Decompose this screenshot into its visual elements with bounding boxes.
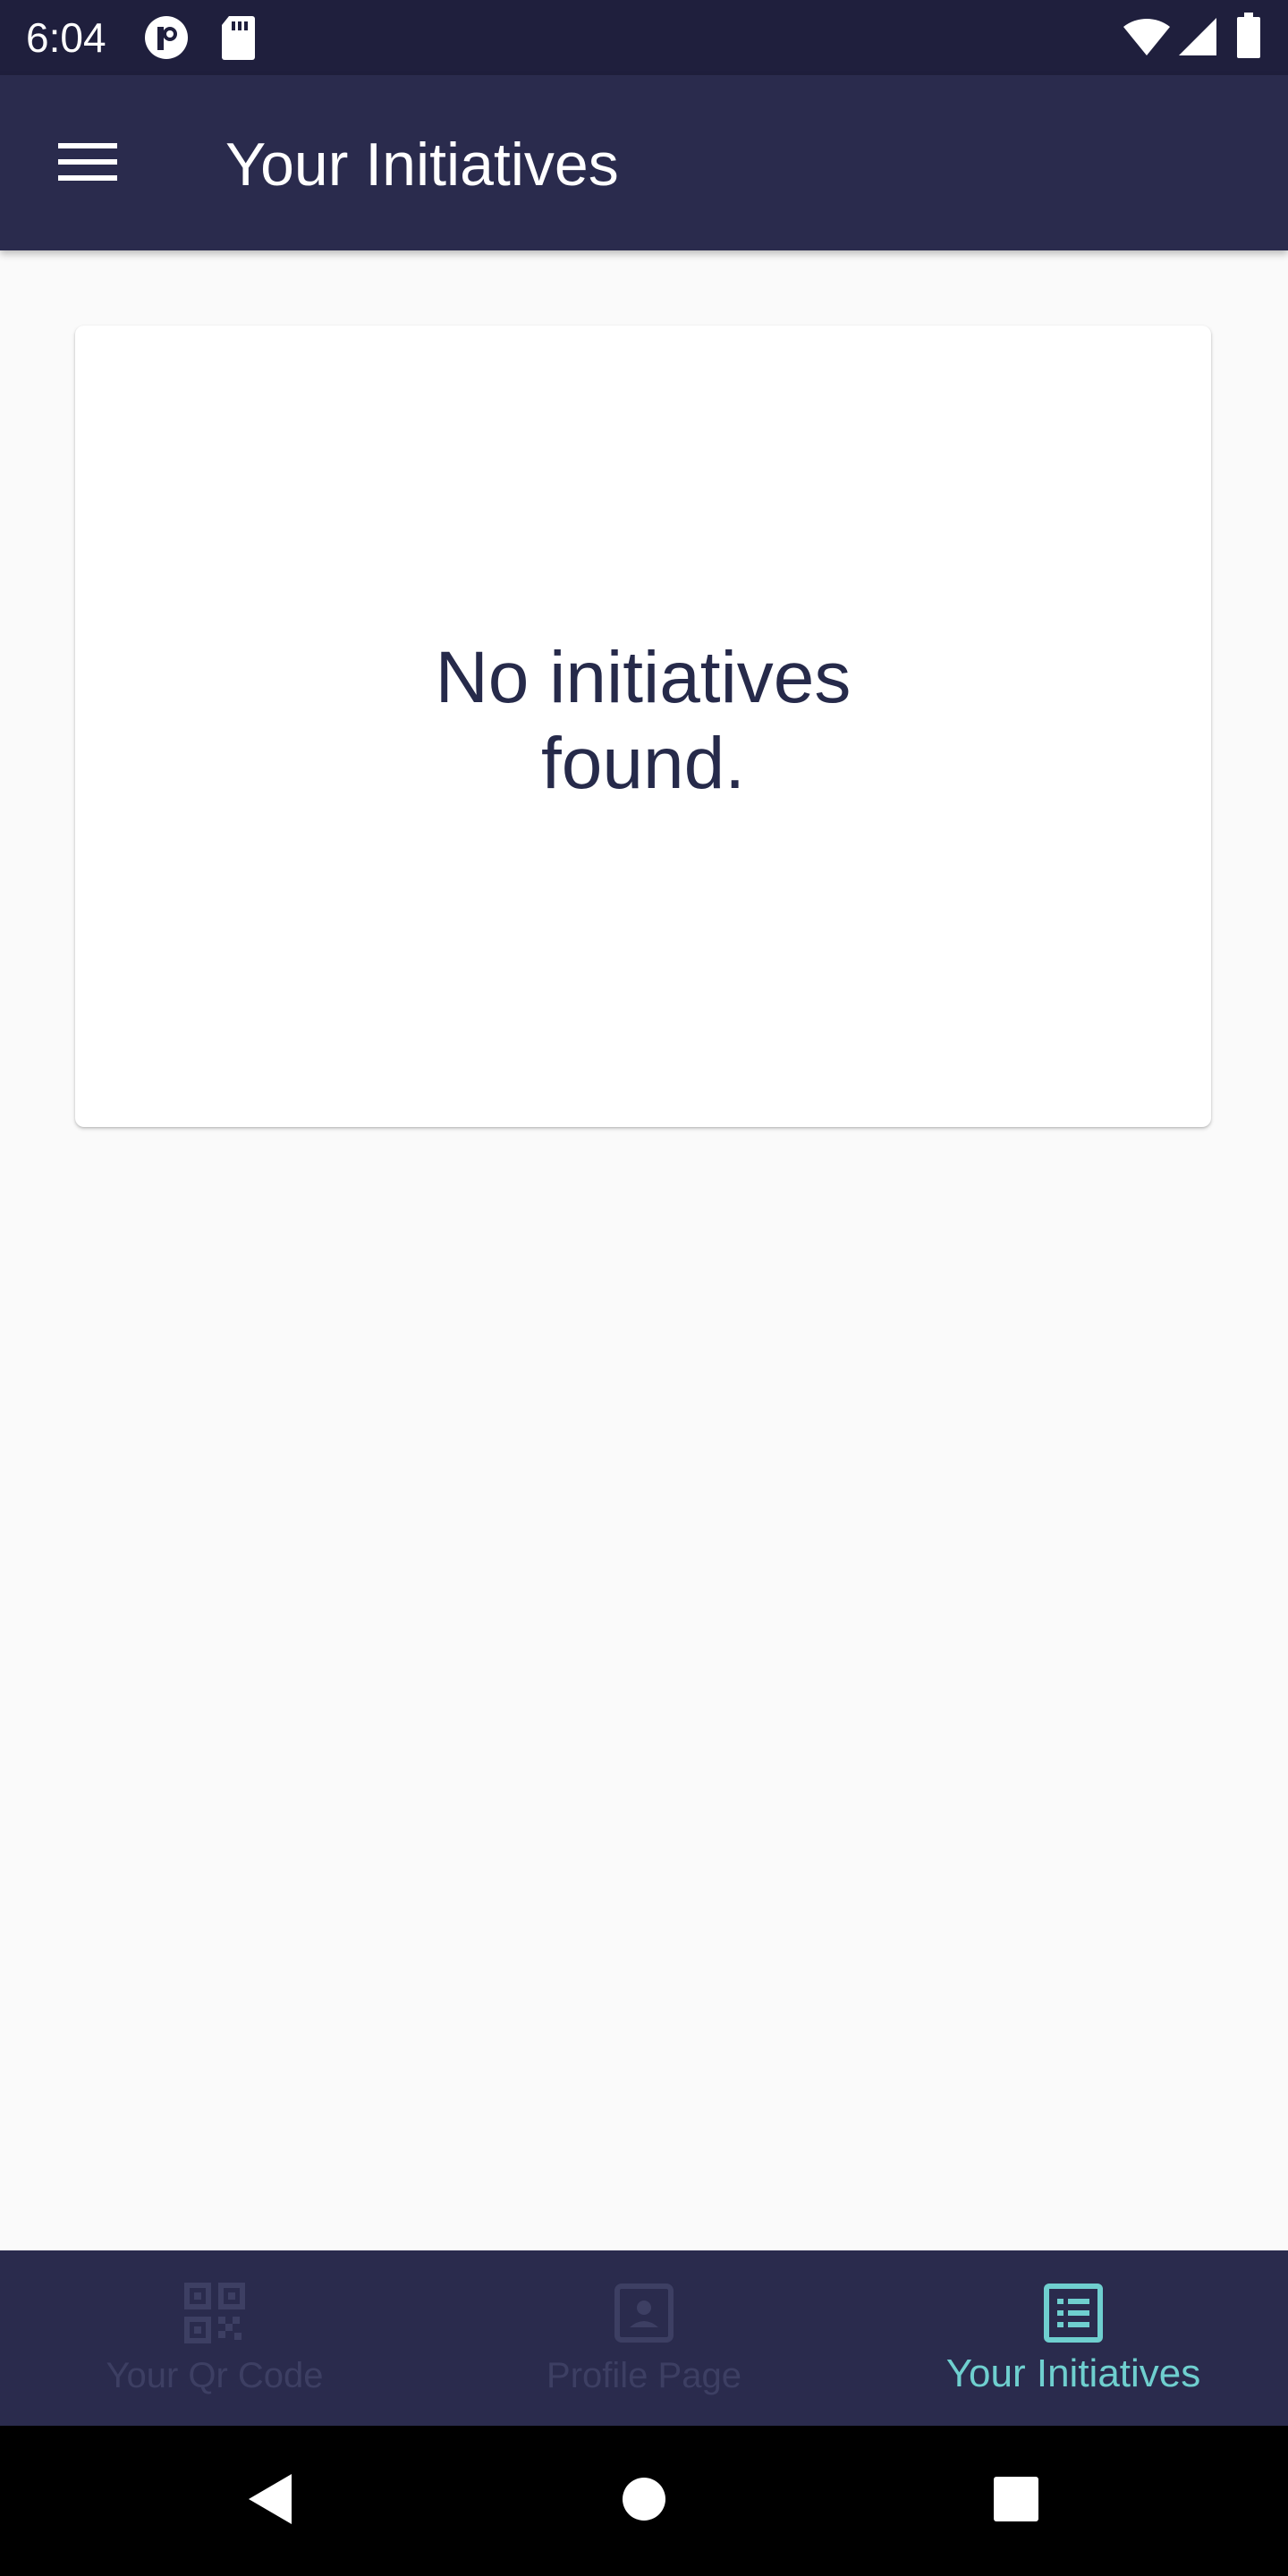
nav-label-qr-code: Your Qr Code xyxy=(106,2356,324,2395)
profile-portrait-icon xyxy=(612,2281,676,2345)
page-title: Your Initiatives xyxy=(225,131,619,199)
home-button[interactable] xyxy=(608,2465,680,2537)
hamburger-menu-icon xyxy=(58,141,117,187)
recents-icon xyxy=(993,2476,1039,2527)
nav-item-profile-page[interactable]: Profile Page xyxy=(429,2250,859,2426)
nav-label-profile-page: Profile Page xyxy=(547,2356,741,2395)
home-icon xyxy=(621,2476,667,2527)
sd-card-icon xyxy=(220,14,256,65)
battery-icon xyxy=(1236,13,1261,64)
cell-signal-icon xyxy=(1177,16,1218,62)
status-time: 6:04 xyxy=(26,14,106,61)
qr-code-icon xyxy=(182,2281,247,2345)
recents-button[interactable] xyxy=(980,2465,1052,2537)
empty-state-card: No initiatives found. xyxy=(75,326,1211,1127)
nav-item-qr-code[interactable]: Your Qr Code xyxy=(0,2250,429,2426)
back-icon xyxy=(245,2472,295,2530)
system-navigation-bar xyxy=(0,2426,1288,2576)
nav-item-your-initiatives[interactable]: Your Initiatives xyxy=(859,2250,1288,2426)
status-bar: 6:04 xyxy=(0,0,1288,75)
back-button[interactable] xyxy=(234,2465,306,2537)
screen: 6:04 Your Initiatives No initiatives fou… xyxy=(0,0,1288,2576)
empty-state-message: No initiatives found. xyxy=(435,637,852,804)
nav-label-your-initiatives: Your Initiatives xyxy=(945,2351,1201,2395)
menu-button[interactable] xyxy=(39,123,136,204)
list-icon xyxy=(1041,2281,1106,2345)
notification-app-icon xyxy=(143,14,190,65)
app-bar: Your Initiatives xyxy=(0,75,1288,250)
wifi-icon xyxy=(1122,16,1172,62)
bottom-navigation: Your Qr Code Profile Page Your Initiativ… xyxy=(0,2250,1288,2426)
